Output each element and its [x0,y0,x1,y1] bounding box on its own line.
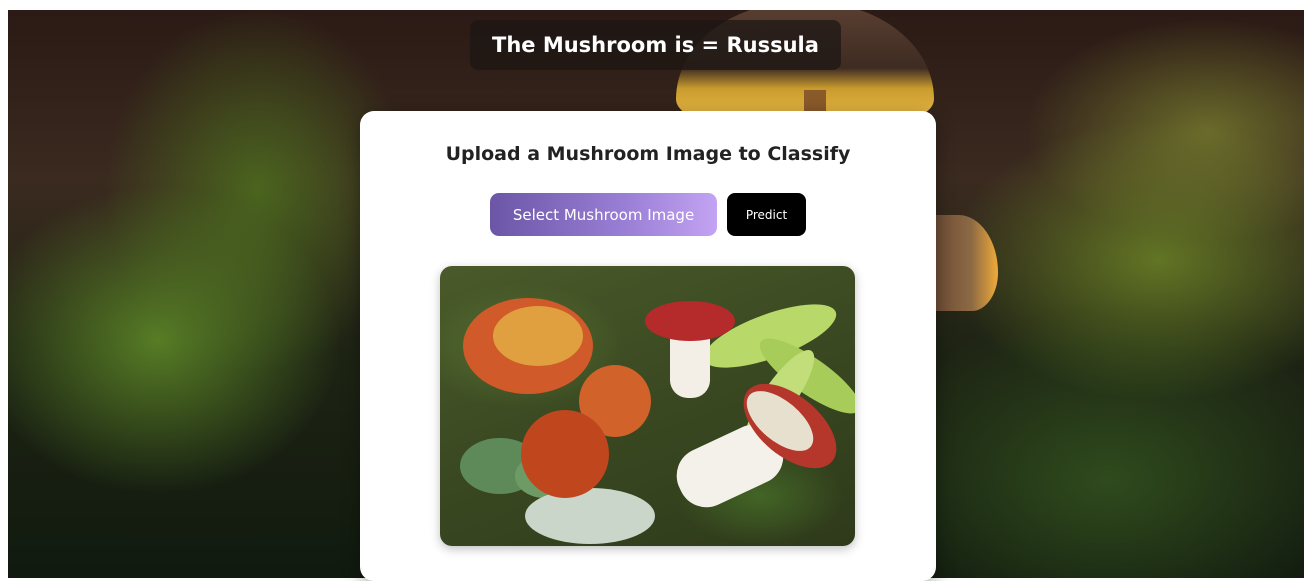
prediction-result-banner: The Mushroom is = Russula [470,20,841,70]
uploaded-image-preview [440,266,855,546]
background-mushroom-side [932,215,998,311]
card-title: Upload a Mushroom Image to Classify [445,143,851,165]
upload-card: Upload a Mushroom Image to Classify Sele… [360,111,936,581]
prediction-result-text: The Mushroom is = Russula [492,33,819,57]
select-image-button[interactable]: Select Mushroom Image [490,193,717,236]
predict-button[interactable]: Predict [727,193,806,236]
mushroom-photo-illustration [460,298,855,544]
